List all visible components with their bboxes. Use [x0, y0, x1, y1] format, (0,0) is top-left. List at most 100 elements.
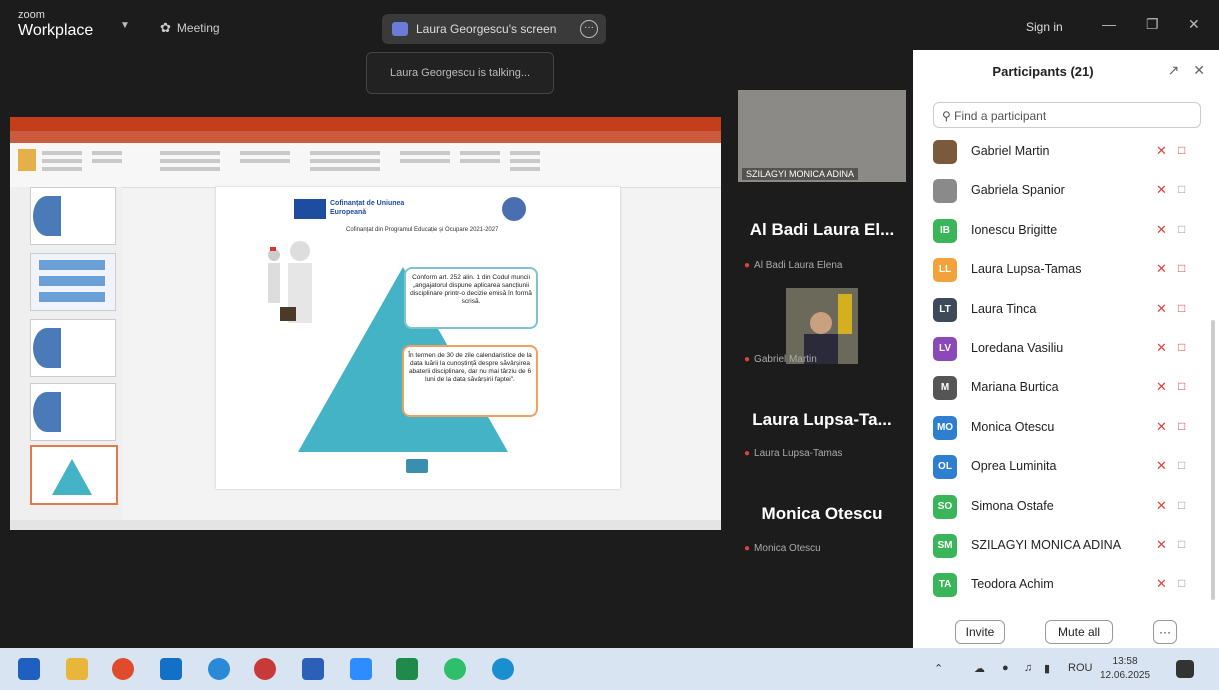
slide-thumb-selected[interactable] — [30, 445, 118, 505]
file-explorer-icon[interactable] — [66, 658, 88, 680]
camera-icon[interactable]: □ — [1178, 458, 1185, 472]
mic-muted-icon[interactable]: ✕ — [1156, 379, 1167, 395]
participant-row[interactable]: LL Laura Lupsa-Tamas ✕ □ — [913, 250, 1219, 289]
slide-thumb[interactable] — [30, 253, 116, 311]
avatar: SM — [933, 533, 957, 558]
word-icon[interactable] — [302, 658, 324, 680]
mic-muted-icon[interactable]: ✕ — [1156, 340, 1167, 356]
more-options-button[interactable]: ··· — [1153, 620, 1177, 644]
participants-panel: Participants (21) ↗ ✕ ⚲ Find a participa… — [913, 50, 1219, 648]
participant-name: Gabriel Martin — [971, 144, 1050, 158]
camera-off-icon[interactable]: □ — [1178, 301, 1185, 315]
slide-thumb[interactable] — [30, 383, 116, 441]
participant-row[interactable]: SM SZILAGYI MONICA ADINA ✕ □ — [913, 526, 1219, 565]
whatsapp-icon[interactable] — [444, 658, 466, 680]
participant-row[interactable]: OL Oprea Luminita ✕ □ — [913, 447, 1219, 486]
chevron-down-icon[interactable]: ▼ — [120, 20, 130, 31]
mute-all-button[interactable]: Mute all — [1045, 620, 1113, 644]
mic-muted-icon[interactable]: ✕ — [1156, 143, 1167, 159]
slide-subtitle: Cofinanțat din Programul Educație și Ocu… — [346, 227, 499, 233]
slide-thumbnails[interactable] — [10, 187, 122, 520]
cloud-icon[interactable]: ☁ — [974, 662, 985, 675]
sign-in-button[interactable]: Sign in — [1026, 20, 1063, 34]
tray-chevron-icon[interactable]: ⌃ — [934, 662, 943, 675]
more-options-icon[interactable]: ··· — [580, 20, 598, 38]
maximize-icon[interactable]: ❐ — [1146, 16, 1159, 33]
camera-icon[interactable]: □ — [1178, 222, 1185, 236]
close-panel-icon[interactable]: ✕ — [1193, 62, 1205, 78]
slide-thumb[interactable] — [30, 187, 116, 245]
camera-off-icon[interactable]: □ — [1178, 261, 1185, 275]
outlook-icon[interactable] — [160, 658, 182, 680]
zoom-window: zoom Workplace ▼ ✿ Meeting Laura Georges… — [0, 0, 1219, 648]
participant-row[interactable]: SO Simona Ostafe ✕ □ — [913, 487, 1219, 526]
participant-row[interactable]: TA Teodora Achim ✕ □ — [913, 565, 1219, 604]
camera-off-icon[interactable]: □ — [1178, 340, 1185, 354]
camera-icon[interactable]: □ — [1178, 182, 1185, 196]
camera-off-icon[interactable]: □ — [1178, 143, 1185, 157]
video-tile-top[interactable]: SZILAGYI MONICA ADINA — [738, 90, 906, 182]
volume-icon[interactable]: ♫ — [1024, 662, 1032, 674]
video-tile-sub: ● Al Badi Laura Elena — [744, 260, 843, 271]
notifications-icon[interactable] — [1176, 660, 1194, 678]
participant-row[interactable]: LT Laura Tinca ✕ □ — [913, 290, 1219, 329]
shared-screen[interactable]: Cofinanțat de Uniunea Europeană Cofinanț… — [10, 117, 721, 530]
meeting-label: Meeting — [176, 21, 220, 35]
search-input[interactable]: ⚲ Find a participant — [933, 102, 1201, 128]
search-icon: ⚲ — [942, 109, 951, 123]
participant-row[interactable]: IB Ionescu Brigitte ✕ □ — [913, 211, 1219, 250]
mic-muted-icon[interactable]: ✕ — [1156, 498, 1167, 514]
mic-muted-icon[interactable]: ✕ — [1156, 261, 1167, 277]
slide-thumb[interactable] — [30, 319, 116, 377]
mic-muted-icon[interactable]: ✕ — [1156, 222, 1167, 238]
app-red-icon[interactable] — [254, 658, 276, 680]
participant-list: Gabriel Martin ✕ □ Gabriela Spanior ✕ □ IB Ione… — [913, 132, 1219, 605]
battery-icon[interactable]: ▮ — [1044, 662, 1050, 675]
close-icon[interactable]: ✕ — [1188, 16, 1200, 33]
ppt-title-bar — [10, 117, 721, 131]
windows-start-icon[interactable] — [18, 658, 40, 680]
meeting-tab[interactable]: ✿ Meeting — [160, 20, 220, 36]
ribbon-controls — [18, 149, 540, 171]
zoom-icon[interactable] — [350, 658, 372, 680]
participant-video-photo[interactable] — [786, 288, 858, 364]
camera-icon[interactable]: □ — [1178, 576, 1185, 590]
edge-icon[interactable] — [492, 658, 514, 680]
language-indicator[interactable]: ROU — [1068, 662, 1092, 674]
avatar: TA — [933, 573, 957, 598]
participant-row[interactable]: LV Loredana Vasiliu ✕ □ — [913, 329, 1219, 368]
mic-muted-icon[interactable]: ✕ — [1156, 537, 1167, 553]
mic-muted-icon[interactable]: ✕ — [1156, 576, 1167, 592]
avatar: M — [933, 376, 957, 401]
participant-name: Laura Tinca — [971, 301, 1037, 316]
excel-icon[interactable] — [396, 658, 418, 680]
wifi-icon[interactable]: ● — [1002, 662, 1009, 674]
participant-row[interactable]: MO Monica Otescu ✕ □ — [913, 408, 1219, 447]
video-tile-name: Laura Lupsa-Ta... — [752, 410, 892, 429]
mic-muted-icon[interactable]: ✕ — [1156, 458, 1167, 474]
screen-share-pill[interactable]: Laura Georgescu's screen ··· — [382, 14, 606, 44]
participant-row[interactable]: M Mariana Burtica ✕ □ — [913, 368, 1219, 407]
scrollbar[interactable] — [1211, 320, 1215, 600]
talking-notice: Laura Georgescu is talking... — [366, 52, 554, 94]
screen-share-icon — [392, 22, 408, 36]
camera-icon[interactable]: □ — [1178, 498, 1185, 512]
participant-row[interactable]: Gabriel Martin ✕ □ — [913, 132, 1219, 171]
camera-off-icon[interactable]: □ — [1178, 419, 1185, 433]
pop-out-icon[interactable]: ↗ — [1168, 62, 1180, 78]
camera-icon[interactable]: □ — [1178, 537, 1185, 551]
participant-row[interactable]: Gabriela Spanior ✕ □ — [913, 171, 1219, 210]
current-slide: Cofinanțat de Uniunea Europeană Cofinanț… — [216, 187, 620, 489]
minimize-icon[interactable]: — — [1102, 16, 1116, 32]
invite-button[interactable]: Invite — [955, 620, 1005, 644]
program-logo-icon — [406, 459, 428, 473]
participant-name: Laura Lupsa-Tamas — [971, 262, 1082, 277]
app-c-icon[interactable] — [208, 658, 230, 680]
mic-muted-icon[interactable]: ✕ — [1156, 182, 1167, 198]
clock[interactable]: 13:58 12.06.2025 — [1100, 655, 1150, 683]
zoom-logo[interactable]: zoom Workplace — [18, 10, 93, 39]
mic-muted-icon[interactable]: ✕ — [1156, 301, 1167, 317]
camera-off-icon[interactable]: □ — [1178, 379, 1185, 393]
chrome-icon[interactable] — [112, 658, 134, 680]
mic-muted-icon[interactable]: ✕ — [1156, 419, 1167, 435]
